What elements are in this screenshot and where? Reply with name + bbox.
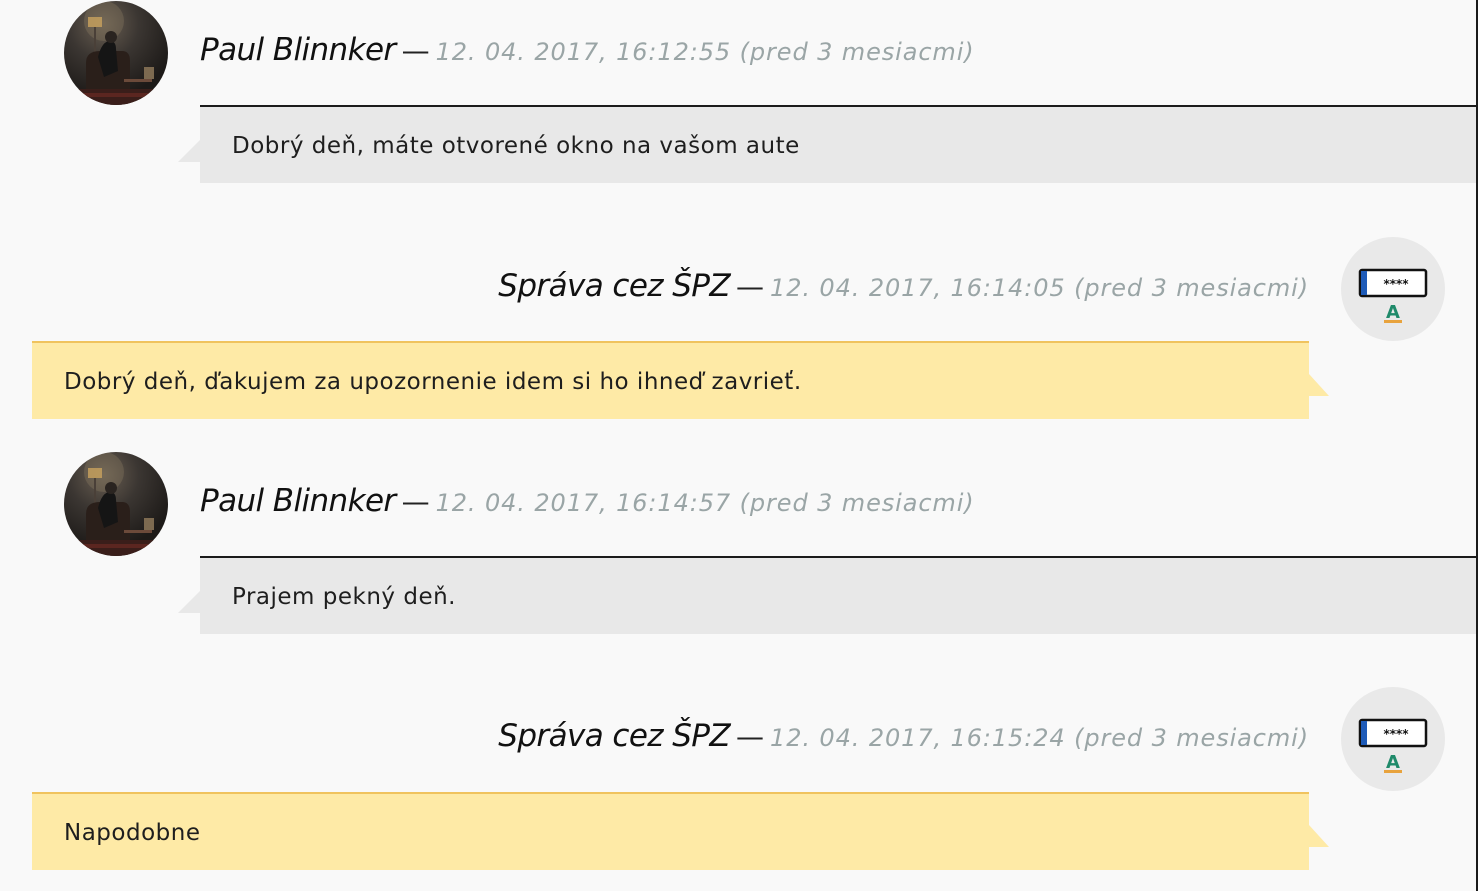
- message-bubble: Prajem pekný deň.: [200, 556, 1478, 634]
- message-timestamp: 12. 04. 2017, 16:14:57 (pred 3 mesiacmi): [435, 489, 975, 517]
- message-header: Paul Blinnker —12. 04. 2017, 16:14:57 (pr…: [200, 479, 975, 528]
- author-name[interactable]: Správa cez ŠPZ: [498, 268, 730, 304]
- plate-mask-text: ****: [1383, 277, 1409, 291]
- message-bubble: Dobrý deň, máte otvorené okno na vašom a…: [200, 105, 1478, 183]
- license-plate-avatar[interactable]: **** A: [1341, 687, 1445, 791]
- plate-letter-text: A: [1386, 302, 1400, 323]
- message-header: Správa cez ŠPZ —12. 04. 2017, 16:14:05 (p…: [498, 264, 1309, 313]
- header-separator: —: [736, 270, 765, 303]
- author-name[interactable]: Paul Blinnker: [200, 32, 396, 68]
- message-text: Dobrý deň, máte otvorené okno na vašom a…: [232, 133, 800, 159]
- license-plate-avatar[interactable]: **** A: [1341, 237, 1445, 341]
- message-bubble: Napodobne: [32, 792, 1309, 870]
- license-plate-icon: **** A: [1358, 268, 1428, 323]
- message-text: Prajem pekný deň.: [232, 584, 456, 610]
- message-timestamp: 12. 04. 2017, 16:14:05 (pred 3 mesiacmi): [770, 274, 1309, 302]
- author-name[interactable]: Správa cez ŠPZ: [498, 718, 730, 754]
- author-name[interactable]: Paul Blinnker: [200, 483, 396, 519]
- message-header: Správa cez ŠPZ —12. 04. 2017, 16:15:24 (p…: [498, 714, 1309, 763]
- user-photo-avatar[interactable]: [64, 452, 168, 556]
- message-timestamp: 12. 04. 2017, 16:12:55 (pred 3 mesiacmi): [435, 38, 975, 66]
- user-photo-avatar[interactable]: [64, 1, 168, 105]
- person-in-armchair-icon: [64, 452, 168, 556]
- header-separator: —: [401, 34, 430, 67]
- header-separator: —: [401, 485, 430, 518]
- message-bubble: Dobrý deň, ďakujem za upozornenie idem s…: [32, 341, 1309, 419]
- person-in-armchair-icon: [64, 1, 168, 105]
- message-header: Paul Blinnker —12. 04. 2017, 16:12:55 (pr…: [200, 28, 975, 77]
- message-thread: Paul Blinnker —12. 04. 2017, 16:12:55 (pr…: [0, 0, 1478, 891]
- header-separator: —: [736, 720, 765, 753]
- message-text: Dobrý deň, ďakujem za upozornenie idem s…: [64, 369, 802, 395]
- message-text: Napodobne: [64, 820, 201, 846]
- plate-mask-text: ****: [1383, 727, 1409, 741]
- message-timestamp: 12. 04. 2017, 16:15:24 (pred 3 mesiacmi): [770, 724, 1309, 752]
- plate-letter-text: A: [1386, 752, 1400, 773]
- license-plate-icon: **** A: [1358, 718, 1428, 773]
